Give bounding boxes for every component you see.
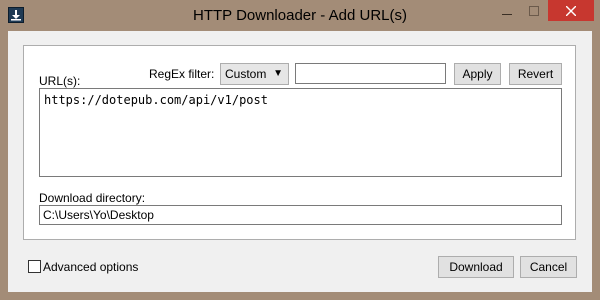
- apply-button[interactable]: Apply: [454, 63, 501, 85]
- urls-label: URL(s):: [39, 74, 81, 88]
- dialog-body: RegEx filter: Custom ▼ Apply Revert URL(…: [8, 31, 592, 292]
- download-directory-input[interactable]: C:\Users\Yo\Desktop: [39, 205, 562, 225]
- maximize-icon: [528, 5, 539, 16]
- regex-filter-label: RegEx filter:: [149, 67, 215, 81]
- maximize-button[interactable]: [520, 0, 547, 21]
- regex-filter-input[interactable]: [295, 63, 446, 84]
- minimize-icon: [501, 13, 512, 15]
- close-button[interactable]: [548, 0, 594, 21]
- regex-filter-select[interactable]: Custom ▼: [220, 63, 289, 85]
- advanced-options-label[interactable]: Advanced options: [43, 260, 138, 274]
- regex-filter-selected: Custom: [225, 67, 267, 81]
- download-button[interactable]: Download: [438, 256, 514, 278]
- close-icon: [566, 5, 576, 16]
- url-group-panel: RegEx filter: Custom ▼ Apply Revert URL(…: [23, 45, 576, 240]
- title-bar[interactable]: HTTP Downloader - Add URL(s): [0, 0, 600, 31]
- download-directory-label: Download directory:: [39, 191, 146, 205]
- minimize-button[interactable]: [493, 0, 520, 21]
- cancel-button[interactable]: Cancel: [520, 256, 577, 278]
- chevron-down-icon: ▼: [273, 68, 283, 79]
- advanced-options-checkbox[interactable]: [28, 260, 41, 273]
- urls-textarea[interactable]: https://dotepub.com/api/v1/post: [39, 88, 562, 177]
- revert-button[interactable]: Revert: [509, 63, 562, 85]
